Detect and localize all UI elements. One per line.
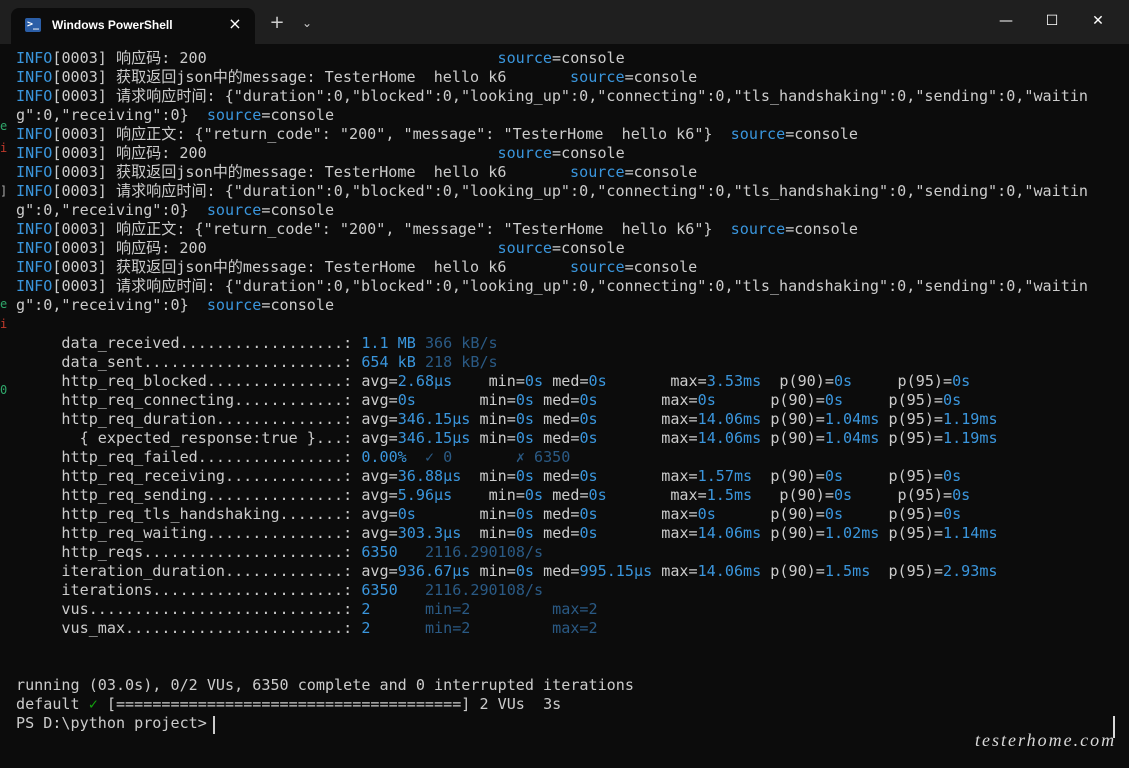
- metric-http-req-receiving: http_req_receiving.............: avg=36.…: [16, 467, 962, 485]
- log-line: INFO[0003] 请求响应时间: {"duration":0,"blocke…: [16, 182, 1088, 200]
- log-line: INFO[0003] 获取返回json中的message: TesterHome…: [16, 258, 698, 276]
- log-line: INFO[0003] 请求响应时间: {"duration":0,"blocke…: [16, 277, 1088, 295]
- metric-http-req-connecting: http_req_connecting............: avg=0s …: [16, 391, 962, 409]
- log-line: INFO[0003] 响应码: 200 source=console: [16, 49, 625, 67]
- log-line: g":0,"receiving":0} source=console: [16, 201, 335, 219]
- status-progress: default ✓ [=============================…: [16, 695, 562, 713]
- text-cursor: [213, 716, 215, 734]
- log-line: INFO[0003] 响应正文: {"return_code": "200", …: [16, 220, 858, 238]
- metric-vus-max: vus_max........................: 2 min=2…: [16, 619, 598, 637]
- log-line: INFO[0003] 获取返回json中的message: TesterHome…: [16, 163, 698, 181]
- log-line: g":0,"receiving":0} source=console: [16, 296, 335, 314]
- title-bar: >_ Windows PowerShell × + ⌄ — ☐ ✕: [0, 0, 1129, 44]
- chevron-down-icon[interactable]: ⌄: [296, 12, 318, 34]
- close-tab-icon[interactable]: ×: [225, 14, 245, 34]
- new-tab-button[interactable]: +: [266, 12, 288, 34]
- metric-http-req-blocked: http_req_blocked...............: avg=2.6…: [16, 372, 971, 390]
- watermark: testerhome.com: [975, 730, 1117, 750]
- metric-expected-response: { expected_response:true }...: avg=346.1…: [16, 429, 998, 447]
- metric-http-req-tls-handshaking: http_req_tls_handshaking.......: avg=0s …: [16, 505, 962, 523]
- metric-http-req-waiting: http_req_waiting...............: avg=303…: [16, 524, 998, 542]
- metric-iterations: iterations.....................: 6350 21…: [16, 581, 544, 599]
- close-button[interactable]: ✕: [1075, 6, 1121, 36]
- terminal-output[interactable]: INFO[0003] 响应码: 200 source=console INFO[…: [0, 44, 1129, 768]
- metric-http-req-duration: http_req_duration..............: avg=346…: [16, 410, 998, 428]
- metric-http-req-sending: http_req_sending...............: avg=5.9…: [16, 486, 971, 504]
- log-line: g":0,"receiving":0} source=console: [16, 106, 335, 124]
- check-icon: ✓: [88, 695, 98, 713]
- metric-data-received: data_received..................: 1.1 MB …: [16, 334, 498, 352]
- log-line: INFO[0003] 响应码: 200 source=console: [16, 144, 625, 162]
- powershell-icon: >_: [25, 18, 41, 32]
- metric-http-req-failed: http_req_failed................: 0.00% ✓…: [16, 448, 571, 466]
- minimize-button[interactable]: —: [983, 6, 1029, 36]
- log-line: INFO[0003] 请求响应时间: {"duration":0,"blocke…: [16, 87, 1088, 105]
- metric-data-sent: data_sent......................: 654 kB …: [16, 353, 498, 371]
- tab-powershell[interactable]: >_ Windows PowerShell ×: [11, 8, 255, 44]
- metric-iteration-duration: iteration_duration.............: avg=936…: [16, 562, 998, 580]
- log-line: INFO[0003] 响应正文: {"return_code": "200", …: [16, 125, 858, 143]
- tab-title: Windows PowerShell: [52, 18, 173, 32]
- status-running: running (03.0s), 0/2 VUs, 6350 complete …: [16, 676, 634, 694]
- log-line: INFO[0003] 获取返回json中的message: TesterHome…: [16, 68, 698, 86]
- metric-http-reqs: http_reqs......................: 6350 21…: [16, 543, 544, 561]
- log-line: INFO[0003] 响应码: 200 source=console: [16, 239, 625, 257]
- command-prompt[interactable]: PS D:\python project>: [16, 714, 216, 733]
- metric-vus: vus............................: 2 min=2…: [16, 600, 598, 618]
- maximize-button[interactable]: ☐: [1029, 6, 1075, 36]
